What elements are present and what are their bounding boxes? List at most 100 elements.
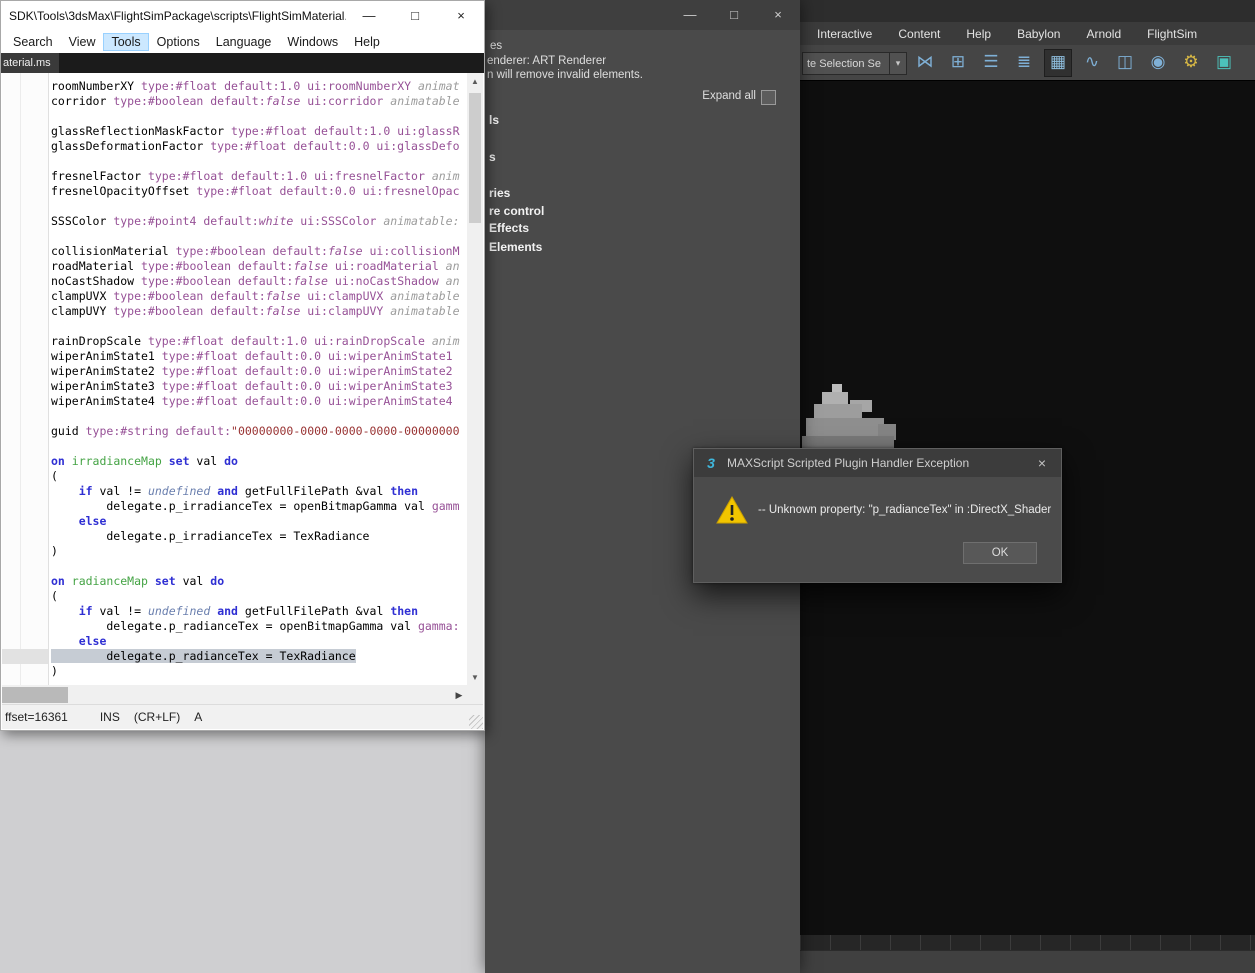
menu-item-view[interactable]: View xyxy=(61,33,104,51)
render-setup-icon[interactable]: ⚙ xyxy=(1178,49,1204,75)
chevron-down-icon[interactable]: ▾ xyxy=(889,53,906,74)
menu-item-options[interactable]: Options xyxy=(149,33,208,51)
code-line[interactable]: wiperAnimState4 type:#float default:0.0 … xyxy=(51,394,466,409)
code-line[interactable]: clampUVY type:#boolean default:false ui:… xyxy=(51,304,466,319)
status-eol-format: (CR+LF) xyxy=(134,710,180,724)
ok-button[interactable]: OK xyxy=(963,542,1037,564)
code-editor[interactable]: roomNumberXY type:#float default:1.0 ui:… xyxy=(49,73,466,685)
named-selection-sets-value: te Selection Se xyxy=(803,58,889,70)
scroll-down-icon[interactable]: ▼ xyxy=(467,669,483,685)
converter-section-exposure-control[interactable]: re control xyxy=(489,204,544,218)
vertical-scroll-thumb[interactable] xyxy=(469,93,481,223)
code-line[interactable] xyxy=(51,154,466,169)
code-line[interactable]: on irradianceMap set val do xyxy=(51,454,466,469)
code-line[interactable]: rainDropScale type:#float default:1.0 ui… xyxy=(51,334,466,349)
scroll-up-icon[interactable]: ▲ xyxy=(467,73,483,89)
code-line[interactable]: clampUVX type:#boolean default:false ui:… xyxy=(51,289,466,304)
code-line[interactable]: on radianceMap set val do xyxy=(51,574,466,589)
max-menu-content[interactable]: Content xyxy=(898,27,940,41)
close-icon[interactable]: × xyxy=(1023,449,1061,477)
max-menu-help[interactable]: Help xyxy=(966,27,991,41)
notepad-window: SDK\Tools\3dsMax\FlightSimPackage\script… xyxy=(0,0,485,731)
code-line[interactable]: if val != undefined and getFullFilePath … xyxy=(51,484,466,499)
schematic-view-icon[interactable]: ◫ xyxy=(1112,49,1138,75)
notepad-statusbar: ffset=16361 INS (CR+LF) A xyxy=(2,704,483,729)
code-line[interactable]: wiperAnimState3 type:#float default:0.0 … xyxy=(51,379,466,394)
code-line[interactable]: wiperAnimState1 type:#float default:0.0 … xyxy=(51,349,466,364)
code-line[interactable] xyxy=(51,199,466,214)
code-line[interactable]: delegate.p_irradianceTex = TexRadiance xyxy=(51,529,466,544)
render-frame-icon[interactable]: ▣ xyxy=(1211,49,1237,75)
timeline-track-bar[interactable] xyxy=(800,935,1255,951)
maximize-button[interactable]: □ xyxy=(392,1,438,31)
code-line[interactable]: glassReflectionMaskFactor type:#float de… xyxy=(51,124,466,139)
code-line[interactable]: guid type:#string default:"00000000-0000… xyxy=(51,424,466,439)
scroll-right-icon[interactable]: ▶ xyxy=(451,685,467,705)
menu-item-help[interactable]: Help xyxy=(346,33,388,51)
dialog-title: MAXScript Scripted Plugin Handler Except… xyxy=(727,456,1015,470)
max-menu-flightsim[interactable]: FlightSim xyxy=(1147,27,1197,41)
align-icon[interactable]: ⊞ xyxy=(945,49,971,75)
close-icon[interactable]: × xyxy=(438,1,484,31)
code-line[interactable]: fresnelOpacityOffset type:#float default… xyxy=(51,184,466,199)
menu-item-search[interactable]: Search xyxy=(5,33,61,51)
curve-editor-icon[interactable]: ∿ xyxy=(1079,49,1105,75)
code-line[interactable]: ) xyxy=(51,544,466,559)
code-line[interactable]: ( xyxy=(51,469,466,484)
code-line[interactable]: else xyxy=(51,514,466,529)
minimize-button[interactable]: — xyxy=(346,1,392,31)
code-line[interactable] xyxy=(51,319,466,334)
code-line[interactable] xyxy=(51,559,466,574)
scene-explorer-icon[interactable]: ☰ xyxy=(978,49,1004,75)
expand-all-checkbox[interactable] xyxy=(761,90,776,105)
code-line[interactable]: fresnelFactor type:#float default:1.0 ui… xyxy=(51,169,466,184)
menu-item-language[interactable]: Language xyxy=(208,33,280,51)
tab-flightsimmaterial[interactable]: aterial.ms xyxy=(1,53,59,73)
code-line[interactable]: glassDeformationFactor type:#float defau… xyxy=(51,139,466,154)
code-line[interactable]: roadMaterial type:#boolean default:false… xyxy=(51,259,466,274)
horizontal-scrollbar[interactable]: ▶ xyxy=(2,685,467,705)
code-line[interactable]: wiperAnimState2 type:#float default:0.0 … xyxy=(51,364,466,379)
material-editor-icon[interactable]: ◉ xyxy=(1145,49,1171,75)
converter-section-maps[interactable]: s xyxy=(489,150,496,164)
vertical-scrollbar[interactable]: ▲ ▼ xyxy=(467,73,483,685)
mirror-icon[interactable]: ⋈ xyxy=(912,49,938,75)
code-line[interactable]: delegate.p_radianceTex = openBitmapGamma… xyxy=(51,619,466,634)
converter-section-materials[interactable]: ls xyxy=(489,113,499,127)
maxscript-exception-dialog: 3 MAXScript Scripted Plugin Handler Exce… xyxy=(693,448,1062,583)
max-menu-babylon[interactable]: Babylon xyxy=(1017,27,1060,41)
max-menu-arnold[interactable]: Arnold xyxy=(1086,27,1121,41)
code-line[interactable] xyxy=(51,109,466,124)
named-selection-sets-dropdown[interactable]: te Selection Se ▾ xyxy=(802,52,907,75)
code-line[interactable]: delegate.p_radianceTex = TexRadiance xyxy=(51,649,466,664)
editor-gutter[interactable] xyxy=(2,73,49,685)
code-line[interactable]: if val != undefined and getFullFilePath … xyxy=(51,604,466,619)
code-line[interactable] xyxy=(51,409,466,424)
close-icon[interactable]: × xyxy=(756,0,800,30)
code-line[interactable]: delegate.p_irradianceTex = openBitmapGam… xyxy=(51,499,466,514)
code-line[interactable]: corridor type:#boolean default:false ui:… xyxy=(51,94,466,109)
restore-button[interactable]: □ xyxy=(712,0,756,30)
code-line[interactable]: noCastShadow type:#boolean default:false… xyxy=(51,274,466,289)
ribbon-toggle-icon[interactable]: ▦ xyxy=(1044,49,1072,77)
code-line[interactable]: SSSColor type:#point4 default:white ui:S… xyxy=(51,214,466,229)
menu-item-windows[interactable]: Windows xyxy=(279,33,346,51)
max-menu-interactive[interactable]: Interactive xyxy=(817,27,872,41)
code-line[interactable]: ) xyxy=(51,664,466,679)
code-line[interactable]: else xyxy=(51,634,466,649)
minimize-button[interactable]: — xyxy=(668,0,712,30)
code-line[interactable] xyxy=(51,229,466,244)
horizontal-scroll-thumb[interactable] xyxy=(2,687,68,703)
converter-section-geometries[interactable]: ries xyxy=(489,186,510,200)
resize-grip[interactable] xyxy=(469,715,483,729)
code-line[interactable]: collisionMaterial type:#boolean default:… xyxy=(51,244,466,259)
expand-all-label[interactable]: Expand all xyxy=(702,90,756,102)
layer-explorer-icon[interactable]: ≣ xyxy=(1011,49,1037,75)
converter-renderer-line: enderer: ART Renderer xyxy=(487,55,606,67)
converter-section-effects[interactable]: Effects xyxy=(489,221,529,235)
converter-section-render-elements[interactable]: Elements xyxy=(489,240,542,254)
menu-item-tools[interactable]: Tools xyxy=(103,33,148,51)
code-line[interactable]: ( xyxy=(51,589,466,604)
code-line[interactable]: roomNumberXY type:#float default:1.0 ui:… xyxy=(51,79,466,94)
code-line[interactable] xyxy=(51,439,466,454)
